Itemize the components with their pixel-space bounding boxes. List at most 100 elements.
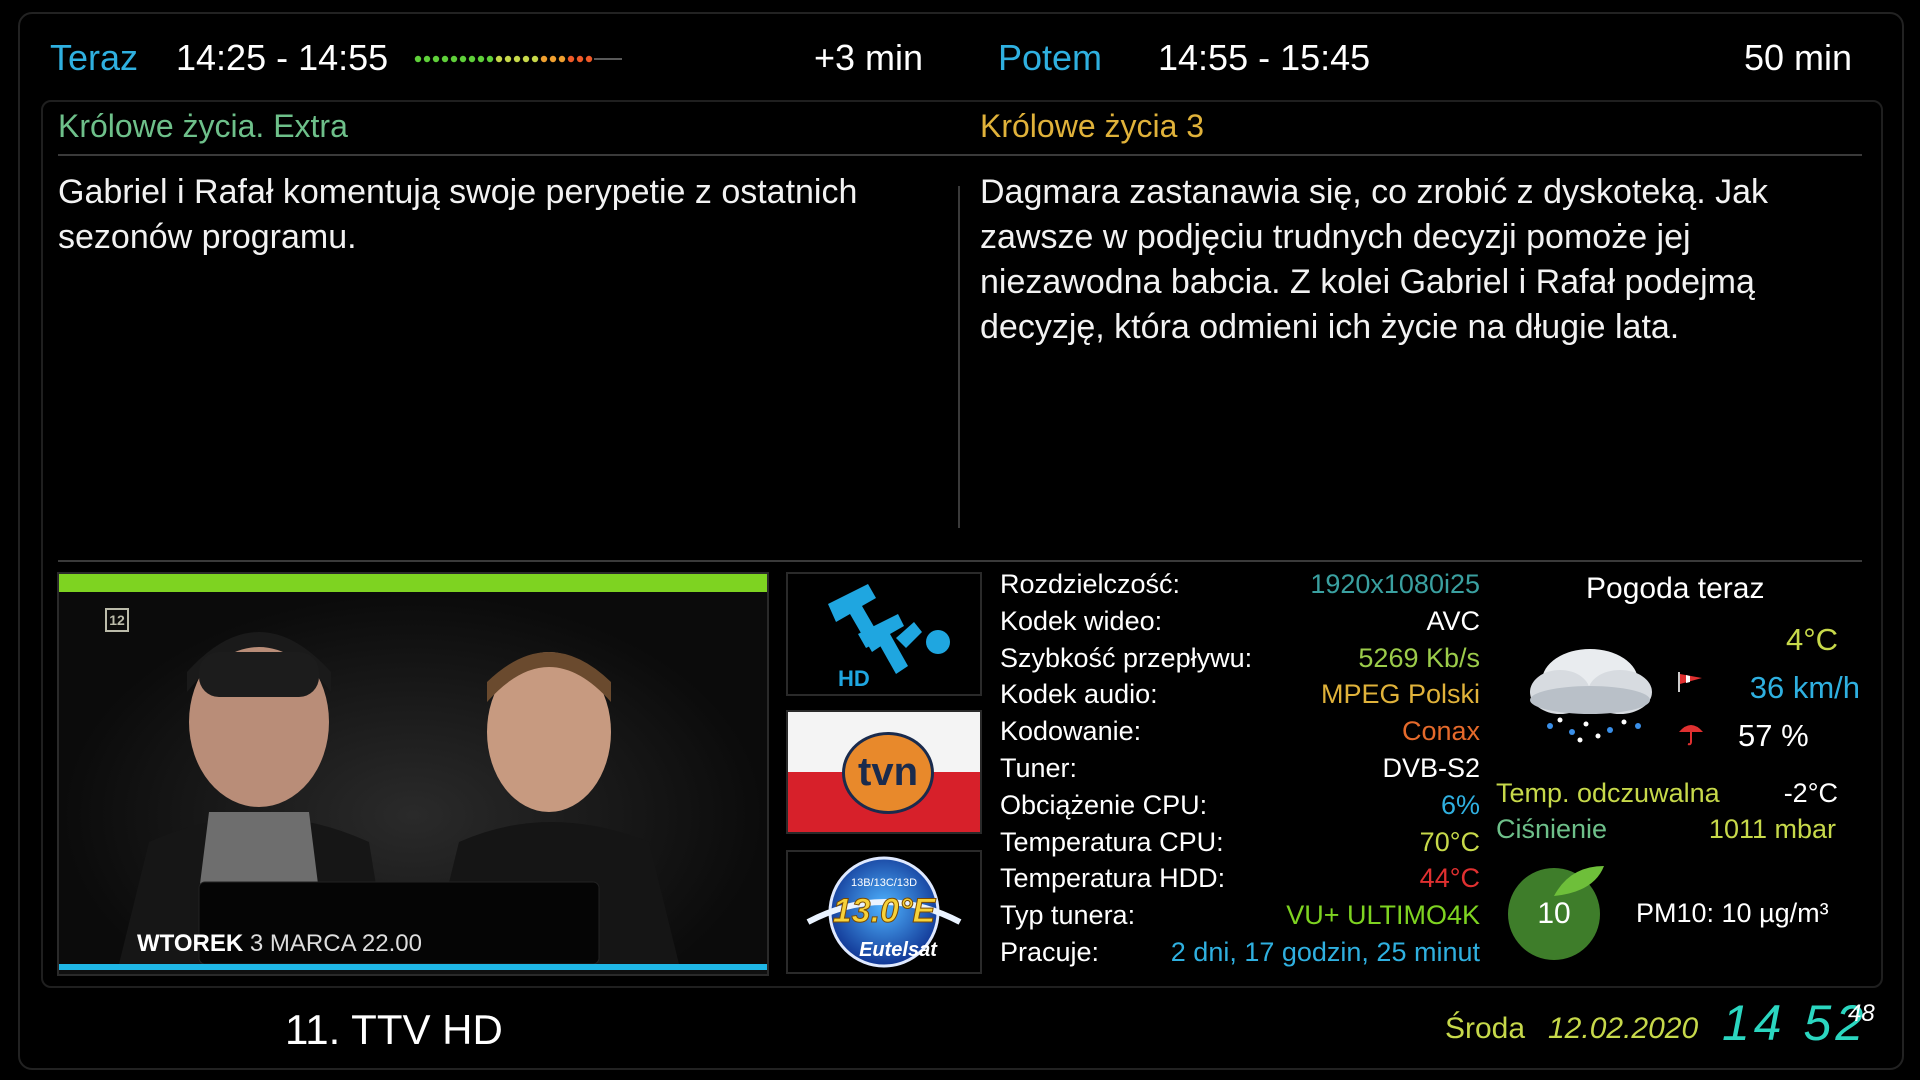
- video-frame: [59, 592, 767, 965]
- tech-label: Pracuje:: [1000, 936, 1100, 967]
- tech-row: Kodowanie: Conax: [1000, 713, 1480, 750]
- svg-text:13B/13C/13D: 13B/13C/13D: [851, 877, 917, 889]
- tech-label: Kodowanie:: [1000, 716, 1142, 747]
- clock: 14 52: [1722, 995, 1868, 1051]
- progress-dot: [414, 55, 422, 63]
- progress-dot: [450, 55, 458, 63]
- video-preview: 12 WTOREK 3 MARCA 22.00: [57, 572, 769, 976]
- progress-dot: [486, 55, 494, 63]
- svg-text:13.0°E: 13.0°E: [833, 892, 937, 930]
- tech-row: Szybkość przepływu: 5269 Kb/s: [1000, 640, 1480, 677]
- svg-text:HD: HD: [838, 666, 870, 691]
- age-rating-badge: 12: [105, 608, 129, 632]
- tech-value: 44°C: [1419, 863, 1480, 894]
- wind-flag-icon: [1678, 672, 1702, 692]
- tech-value: Conax: [1401, 716, 1480, 747]
- progress-dot: [459, 55, 467, 63]
- tech-label: Temperatura CPU:: [1000, 826, 1224, 857]
- remaining-time: +3 min: [814, 37, 924, 78]
- tech-value: AVC: [1426, 605, 1480, 636]
- tech-row: Tuner: DVB-S2: [1000, 750, 1480, 787]
- tech-row: Rozdzielczość: 1920x1080i25: [1000, 566, 1480, 603]
- tech-value: 1920x1080i25: [1310, 569, 1480, 599]
- progress-dot: [432, 55, 440, 63]
- weather-temp: 4°C: [1785, 622, 1838, 657]
- tech-label: Kodek wideo:: [1000, 605, 1163, 636]
- tech-row: Temperatura HDD: 44°C: [1000, 860, 1480, 897]
- technical-info: Rozdzielczość: 1920x1080i25 Kodek wideo: AV…: [1000, 566, 1480, 971]
- now-label: Teraz: [50, 37, 139, 78]
- pressure-value: 1011 mbar: [1708, 814, 1836, 844]
- now-title: Królowe życia. Extra: [58, 108, 348, 144]
- tech-label: Temperatura HDD:: [1000, 863, 1226, 894]
- progress-dot: [468, 55, 476, 63]
- network-logo-tvn: tvn: [786, 710, 982, 834]
- progress-dots: [414, 28, 684, 88]
- tech-value: 2 dni, 17 godzin, 25 minut: [1170, 936, 1480, 967]
- tech-row: Kodek wideo: AVC: [1000, 603, 1480, 640]
- next-title: Królowe życia 3: [980, 108, 1205, 144]
- now-description: Gabriel i Rafał komentują swoje perypeti…: [58, 173, 858, 256]
- tech-row: Obciążenie CPU: 6%: [1000, 787, 1480, 824]
- progress-dot: [549, 55, 557, 63]
- next-label: Potem: [998, 37, 1103, 78]
- tech-label: Szybkość przepływu:: [1000, 642, 1253, 673]
- weather-humidity: 57 %: [1738, 718, 1809, 753]
- tech-label: Kodek audio:: [1000, 679, 1158, 710]
- tech-label: Obciążenie CPU:: [1000, 789, 1208, 820]
- weather-panel: Pogoda teraz 4°C 36 km/h 57 % Temp. odcz…: [1490, 566, 1860, 976]
- next-duration: 50 min: [1744, 37, 1853, 78]
- weather-wind: 36 km/h: [1749, 670, 1860, 705]
- humidity-umbrella-icon: [1679, 725, 1703, 746]
- next-time: 14:55 - 15:45: [1158, 37, 1371, 78]
- feels-like-value: -2°C: [1783, 778, 1838, 808]
- progress-dot: [423, 55, 431, 63]
- leaf-icon: [1554, 866, 1604, 896]
- tech-row: Typ tunera: VU+ ULTIMO4K: [1000, 897, 1480, 934]
- tech-value: MPEG Polski: [1320, 679, 1480, 710]
- progress-dot: [558, 55, 566, 63]
- tech-label: Typ tunera:: [1000, 900, 1136, 931]
- ttv-logo-icon: HD: [828, 584, 950, 691]
- progress-dot: [477, 55, 485, 63]
- tech-value: VU+ ULTIMO4K: [1286, 900, 1480, 931]
- date: 12.02.2020: [1548, 1012, 1699, 1045]
- video-bottom-bar: [59, 964, 767, 970]
- tech-value: DVB-S2: [1382, 752, 1480, 783]
- progress-dot: [531, 55, 539, 63]
- progress-dot: [504, 55, 512, 63]
- progress-dot: [513, 55, 521, 63]
- tech-row: Kodek audio: MPEG Polski: [1000, 676, 1480, 713]
- progress-dot: [576, 55, 584, 63]
- satellite-logo: 13.0°E 13B/13C/13D Eutelsat: [786, 850, 982, 974]
- tech-label: Rozdzielczość:: [1000, 569, 1181, 599]
- progress-dot: [567, 55, 575, 63]
- svg-text:Eutelsat: Eutelsat: [859, 939, 938, 961]
- video-top-bar: [59, 574, 767, 592]
- progress-dot: [495, 55, 503, 63]
- tech-label: Tuner:: [1000, 752, 1078, 783]
- section-divider: [58, 560, 1862, 562]
- feels-like-label: Temp. odczuwalna: [1496, 778, 1720, 808]
- weekday: Środa: [1445, 1012, 1526, 1045]
- snow-cloud-icon: [1530, 649, 1652, 743]
- progress-dot: [585, 55, 593, 63]
- channel-name: 11. TTV HD: [285, 1006, 503, 1053]
- tech-value: 5269 Kb/s: [1358, 642, 1480, 673]
- progress-bar: [414, 55, 622, 63]
- tech-value: 6%: [1440, 789, 1480, 820]
- progress-dot: [540, 55, 548, 63]
- promo-date: 3 MARCA 22.00: [249, 930, 422, 957]
- now-time: 14:25 - 14:55: [176, 37, 389, 78]
- title-divider: [58, 154, 1862, 156]
- tech-value: 70°C: [1419, 826, 1480, 857]
- tech-row: Pracuje: 2 dni, 17 godzin, 25 minut: [1000, 934, 1480, 971]
- tvn-logo: tvn: [842, 732, 934, 814]
- pm10-text: PM10: 10 µg/m³: [1636, 898, 1829, 928]
- pressure-label: Ciśnienie: [1496, 814, 1608, 844]
- promo-caption: WTOREK 3 MARCA 22.00: [137, 930, 422, 958]
- next-description: Dagmara zastanawia się, co zrobić z dysk…: [980, 173, 1769, 346]
- channel-logo-ttv: HD: [786, 572, 982, 696]
- progress-dot: [441, 55, 449, 63]
- weather-title: Pogoda teraz: [1586, 572, 1765, 605]
